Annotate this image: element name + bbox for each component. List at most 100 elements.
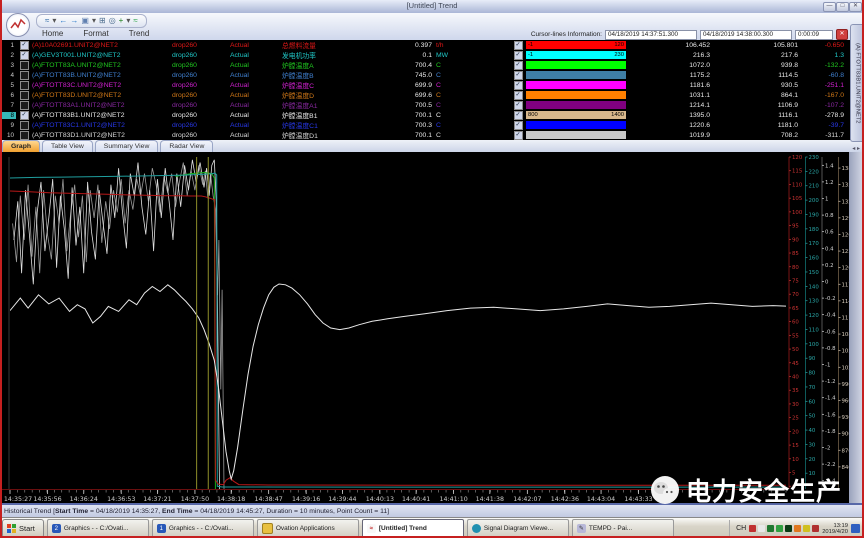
scale-checkbox[interactable]: ✓ bbox=[514, 101, 523, 110]
scale-color-bar[interactable] bbox=[526, 61, 626, 69]
trend-chart-icon[interactable]: ≈ bbox=[45, 16, 49, 26]
dropdown-caret-icon[interactable]: ▾ bbox=[92, 16, 96, 26]
scale-color-bar[interactable] bbox=[526, 81, 626, 89]
menu-item-trend[interactable]: Trend bbox=[121, 28, 158, 39]
language-indicator[interactable]: CH bbox=[736, 525, 746, 532]
visibility-checkbox[interactable] bbox=[20, 131, 29, 140]
table-row[interactable]: 5(A)FTOTT83C.UNIT2@NET2drop260Actual炉膛温度… bbox=[0, 80, 864, 90]
scale-checkbox[interactable]: ✓ bbox=[514, 61, 523, 70]
dropdown-caret-icon[interactable]: ▾ bbox=[126, 16, 130, 26]
y-tick-label-power: 210 bbox=[809, 184, 820, 190]
visibility-checkbox[interactable]: ✓ bbox=[20, 111, 29, 120]
scale-color-bar[interactable] bbox=[526, 121, 626, 129]
table-row[interactable]: 9(A)FTOTT83C1.UNIT2@NET2drop260Actual炉膛温… bbox=[0, 120, 864, 130]
tray-icon[interactable] bbox=[803, 525, 810, 532]
visibility-checkbox[interactable] bbox=[20, 91, 29, 100]
minimize-button[interactable]: — bbox=[823, 2, 836, 12]
network-tray-icon[interactable] bbox=[851, 524, 860, 533]
scale-checkbox[interactable]: ✓ bbox=[514, 81, 523, 90]
scale-checkbox[interactable]: ✓ bbox=[514, 111, 523, 120]
row-checkbox2-cell: ✓ bbox=[510, 121, 526, 130]
scale-color-bar[interactable] bbox=[526, 131, 626, 139]
table-row[interactable]: 4(A)FTOTT83B.UNIT2@NET2drop260Actual炉膛温度… bbox=[0, 70, 864, 80]
scale-color-bar[interactable]: -1230 bbox=[526, 51, 626, 59]
value-mode: Actual bbox=[230, 62, 282, 69]
visibility-checkbox[interactable] bbox=[20, 71, 29, 80]
visibility-checkbox[interactable] bbox=[20, 81, 29, 90]
tab-radar-view[interactable]: Radar View bbox=[160, 140, 213, 152]
table-row[interactable]: 10(A)FTOTT83D1.UNIT2@NET2drop260Actual炉膛… bbox=[0, 130, 864, 140]
scale-color-bar[interactable]: 8001400 bbox=[526, 111, 626, 119]
forward-icon[interactable]: → bbox=[70, 16, 78, 26]
row-number: 5 bbox=[0, 82, 16, 89]
y-tick-label-press: -1 bbox=[825, 363, 830, 369]
tray-icon[interactable] bbox=[776, 525, 783, 532]
visibility-checkbox[interactable]: ✓ bbox=[20, 41, 29, 50]
visibility-checkbox[interactable] bbox=[20, 121, 29, 130]
x-tick-label: 14:35:27 bbox=[4, 496, 32, 503]
tray-icon[interactable] bbox=[767, 525, 774, 532]
visibility-checkbox[interactable] bbox=[20, 101, 29, 110]
scale-checkbox[interactable]: ✓ bbox=[514, 41, 523, 50]
watermark-text: 电力安全生产 bbox=[686, 472, 842, 508]
scale-color-bar[interactable]: -1120 bbox=[526, 41, 626, 49]
table-row[interactable]: 8✓(A)FTOTT83B1.UNIT2@NET2drop260Actual炉膛… bbox=[0, 110, 864, 120]
cursor1-value: 216.3 bbox=[626, 52, 710, 59]
row-number: 4 bbox=[0, 72, 16, 79]
system-tray: CH 13:19 2019/4/20 bbox=[729, 520, 864, 537]
dropdown-caret-icon[interactable]: ▾ bbox=[52, 16, 56, 26]
y-tick-label-press: -0.8 bbox=[825, 346, 836, 352]
y-tick-label-press: -1.8 bbox=[825, 429, 836, 435]
maximize-button[interactable]: □ bbox=[836, 2, 849, 12]
scale-color-bar[interactable] bbox=[526, 71, 626, 79]
tray-icon[interactable] bbox=[794, 525, 801, 532]
table-row[interactable]: 3(A)FTOTT83A.UNIT2@NET2drop260Actual炉膛温度… bbox=[0, 60, 864, 70]
scale-checkbox[interactable]: ✓ bbox=[514, 51, 523, 60]
taskbar-button-icon bbox=[472, 524, 481, 533]
cursor2-time-field[interactable]: 04/18/2019 14:38:00.300 bbox=[700, 30, 792, 40]
menu-item-format[interactable]: Format bbox=[75, 28, 116, 39]
trend-chart-svg[interactable]: 14:35:2714:35:5614:36:2414:36:5314:37:21… bbox=[0, 152, 864, 503]
scale-checkbox[interactable]: ✓ bbox=[514, 131, 523, 140]
tag-name: (A)FTOTT83A.UNIT2@NET2 bbox=[32, 62, 172, 69]
tray-icon[interactable] bbox=[749, 525, 756, 532]
value-mode: Actual bbox=[230, 52, 282, 59]
tag-description: 炉膛温度C bbox=[282, 80, 382, 90]
table-row[interactable]: 2✓(A)GEV3T001.UNIT2@NET2drop260Actual发电机… bbox=[0, 50, 864, 60]
export-image-icon[interactable]: ▣ bbox=[81, 16, 89, 26]
cursor-delta-value: 1.3 bbox=[798, 52, 858, 59]
tab-summary-view[interactable]: Summary View bbox=[95, 140, 159, 152]
scale-checkbox[interactable]: ✓ bbox=[514, 71, 523, 80]
table-row[interactable]: 7(A)FTOTT83A1.UNIT2@NET2drop260Actual炉膛温… bbox=[0, 100, 864, 110]
cursor-delta-field[interactable]: 0:00:09 bbox=[795, 30, 833, 40]
cursor1-time-field[interactable]: 04/18/2019 14:37:51.300 bbox=[605, 30, 697, 40]
sparkline-icon[interactable]: ≈ bbox=[133, 16, 137, 26]
tab-table-view[interactable]: Table View bbox=[42, 140, 93, 152]
tab-graph[interactable]: Graph bbox=[2, 140, 40, 152]
y-tick-label-power: 180 bbox=[809, 227, 820, 233]
table-row[interactable]: 6(A)FTOTT83D.UNIT2@NET2drop260Actual炉膛温度… bbox=[0, 90, 864, 100]
zoom-icon[interactable]: ◎ bbox=[109, 16, 116, 26]
menu-item-home[interactable]: Home bbox=[34, 28, 71, 39]
y-tick-label-fuel: 110 bbox=[792, 182, 803, 188]
app-logo-icon[interactable] bbox=[6, 13, 30, 37]
close-button[interactable]: ✕ bbox=[849, 2, 862, 12]
scale-color-bar[interactable] bbox=[526, 101, 626, 109]
add-icon[interactable]: + bbox=[119, 16, 124, 26]
scale-color-bar[interactable] bbox=[526, 91, 626, 99]
grid-icon[interactable]: ⊞ bbox=[99, 16, 106, 26]
scale-checkbox[interactable]: ✓ bbox=[514, 91, 523, 100]
trend-graph[interactable]: 14:35:2714:35:5614:36:2414:36:5314:37:21… bbox=[0, 152, 864, 503]
visibility-checkbox[interactable] bbox=[20, 61, 29, 70]
back-icon[interactable]: ← bbox=[59, 16, 67, 26]
cursor-info-close-icon[interactable]: ✕ bbox=[836, 29, 848, 40]
value-mode: Actual bbox=[230, 112, 282, 119]
table-row[interactable]: 1✓(A)10A02691.UNIT2@NET2drop260Actual总燃料… bbox=[0, 40, 864, 50]
tag-description: 发电机功率 bbox=[282, 50, 382, 60]
visibility-checkbox[interactable]: ✓ bbox=[20, 51, 29, 60]
scale-checkbox[interactable]: ✓ bbox=[514, 121, 523, 130]
tray-icon[interactable] bbox=[812, 525, 819, 532]
tray-icon[interactable] bbox=[758, 525, 765, 532]
y-tick-label-power: 220 bbox=[809, 169, 820, 175]
tray-icon[interactable] bbox=[785, 525, 792, 532]
